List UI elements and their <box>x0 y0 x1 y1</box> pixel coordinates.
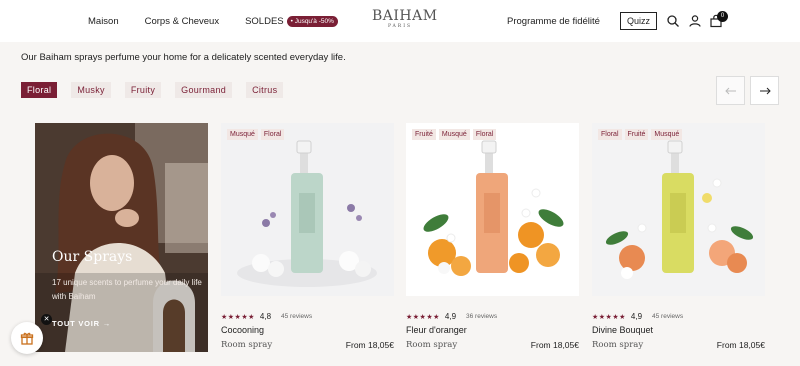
product-tags: Musqué Floral <box>227 129 285 140</box>
logo-subtitle: PARIS <box>387 24 413 29</box>
filter-chip-citrus[interactable]: Citrus <box>246 82 284 98</box>
product-tag: Musqué <box>227 129 258 140</box>
product-image[interactable]: Floral Fruité Musqué <box>592 123 765 296</box>
product-tag: Musqué <box>438 129 470 140</box>
arrow-left-icon <box>724 87 736 94</box>
product-tags: Floral Fruité Musqué <box>598 129 683 140</box>
filter-chip-floral[interactable]: Floral <box>21 82 58 98</box>
filter-chip-fruity[interactable]: Fruity <box>124 82 162 98</box>
reviews-count[interactable]: 45 reviews <box>281 313 312 320</box>
product-card[interactable]: Musqué Floral ★★★★★ 4,8 45 reviews Cocoo… <box>221 123 394 350</box>
product-name[interactable]: Divine Bouquet <box>592 325 653 335</box>
gift-icon <box>20 332 34 345</box>
rating-value: 4,8 <box>259 312 272 321</box>
scent-filters: Floral Musky Fruity Gourmand Citrus <box>21 82 284 98</box>
promo-photo <box>35 123 208 352</box>
see-all-link[interactable]: TOUT VOIR → <box>52 319 111 328</box>
brand-logo[interactable]: BAIHAM PARIS <box>372 8 438 30</box>
product-tag: Floral <box>598 129 622 140</box>
product-photo <box>592 123 765 296</box>
account-icon[interactable] <box>688 14 702 28</box>
reviews-count[interactable]: 45 reviews <box>652 313 683 320</box>
product-photo <box>406 123 579 296</box>
gift-widget-button[interactable] <box>11 322 43 354</box>
star-rating-icon: ★★★★★ <box>406 313 440 321</box>
product-price: From 18,05€ <box>716 340 765 350</box>
product-card[interactable]: Fruité Musqué Floral ★★★★★ 4,9 36 review… <box>406 123 579 350</box>
rating-row: ★★★★★ 4,8 45 reviews <box>221 312 312 321</box>
promo-subtitle: 17 unique scents to perfume your daily l… <box>52 278 202 301</box>
product-type: Room spray <box>221 340 273 350</box>
product-tag: Fruité <box>412 129 436 140</box>
logo-wordmark: BAIHAM <box>372 8 438 24</box>
search-icon[interactable] <box>666 14 680 28</box>
product-tag: Floral <box>260 129 285 140</box>
cart-count-badge: 0 <box>717 11 728 22</box>
product-image[interactable]: Fruité Musqué Floral <box>406 123 579 296</box>
nav-item-soldes[interactable]: SOLDES • Jusqu'à -50% <box>245 15 338 27</box>
product-tag: Fruité <box>624 129 649 140</box>
close-icon[interactable]: ✕ <box>41 314 52 325</box>
nav-item-corps-cheveux[interactable]: Corps & Cheveux <box>145 16 219 27</box>
product-name[interactable]: Cocooning <box>221 325 264 335</box>
product-tag: Floral <box>472 129 497 140</box>
nav-item-maison[interactable]: Maison <box>88 16 119 27</box>
product-photo <box>221 123 394 296</box>
rating-value: 4,9 <box>630 312 643 321</box>
filter-chip-gourmand[interactable]: Gourmand <box>175 82 233 98</box>
collection-intro: Our Baiham sprays perfume your home for … <box>21 52 346 63</box>
product-image[interactable]: Musqué Floral <box>221 123 394 296</box>
reviews-count[interactable]: 36 reviews <box>466 313 497 320</box>
product-card[interactable]: Floral Fruité Musqué ★★★★★ 4,9 45 review… <box>592 123 765 350</box>
star-rating-icon: ★★★★★ <box>221 313 255 321</box>
product-type: Room spray <box>406 340 458 350</box>
promo-card-our-sprays[interactable]: Our Sprays 17 unique scents to perfume y… <box>35 123 208 352</box>
rating-row: ★★★★★ 4,9 45 reviews <box>592 312 683 321</box>
product-name[interactable]: Fleur d'oranger <box>406 325 467 335</box>
product-tag: Musqué <box>651 129 683 140</box>
product-tags: Fruité Musqué Floral <box>412 129 497 140</box>
secondary-nav: Programme de fidélité Quizz <box>507 0 657 42</box>
product-type: Room spray <box>592 340 644 350</box>
promo-title: Our Sprays <box>52 249 133 265</box>
quizz-button[interactable]: Quizz <box>619 12 657 30</box>
star-rating-icon: ★★★★★ <box>592 313 626 321</box>
carousel-next-button[interactable] <box>750 76 779 105</box>
loyalty-program-link[interactable]: Programme de fidélité <box>507 16 600 27</box>
rating-row: ★★★★★ 4,9 36 reviews <box>406 312 497 321</box>
main-nav: Maison Corps & Cheveux SOLDES • Jusqu'à … <box>88 0 364 42</box>
product-price: From 18,05€ <box>345 340 394 350</box>
rating-value: 4,9 <box>444 312 457 321</box>
product-price: From 18,05€ <box>530 340 579 350</box>
sale-badge: • Jusqu'à -50% <box>286 15 338 27</box>
filter-chip-musky[interactable]: Musky <box>71 82 111 98</box>
site-header: Maison Corps & Cheveux SOLDES • Jusqu'à … <box>0 0 800 42</box>
arrow-right-icon <box>759 87 771 94</box>
soldes-label: SOLDES <box>245 15 284 27</box>
carousel-prev-button[interactable] <box>716 76 745 105</box>
